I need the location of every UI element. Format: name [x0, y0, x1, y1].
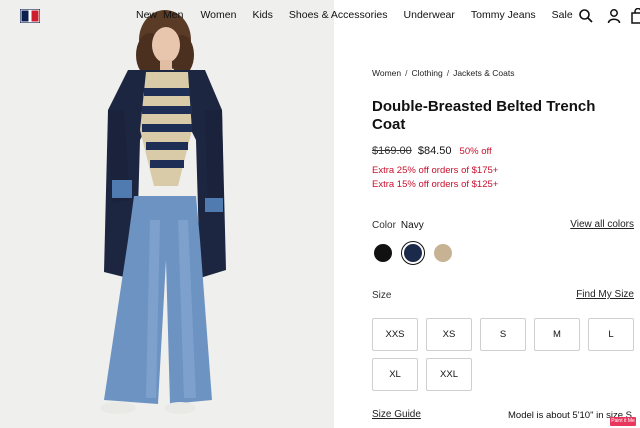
- nav-sale[interactable]: Sale: [552, 9, 573, 21]
- sale-price: $84.50: [417, 145, 452, 157]
- product-image[interactable]: [0, 0, 334, 428]
- nav-men[interactable]: Men: [163, 9, 183, 21]
- size-xxl[interactable]: XXL: [426, 358, 472, 391]
- promo-125: Extra 15% off orders of $125+: [372, 179, 499, 190]
- price-block: $169.00 $84.50 50% off: [372, 145, 492, 157]
- swatch-black[interactable]: [374, 244, 392, 262]
- account-icon[interactable]: [606, 8, 622, 24]
- nav-shoes-accessories[interactable]: Shoes & Accessories: [289, 9, 388, 21]
- find-my-size-link[interactable]: Find My Size: [576, 289, 634, 300]
- overlay-badge[interactable]: Paint it Me: [610, 417, 636, 426]
- site-header: New Men Women Kids Shoes & Accessories U…: [0, 0, 640, 32]
- size-xs[interactable]: XS: [426, 318, 472, 351]
- size-s[interactable]: S: [480, 318, 526, 351]
- size-xl[interactable]: XL: [372, 358, 418, 391]
- size-l[interactable]: L: [588, 318, 634, 351]
- selected-color: Navy: [400, 220, 424, 231]
- nav-kids[interactable]: Kids: [252, 9, 272, 21]
- nav-underwear[interactable]: Underwear: [404, 9, 455, 21]
- breadcrumb-jackets-coats[interactable]: Jackets & Coats: [453, 68, 514, 78]
- nav-women[interactable]: Women: [200, 9, 236, 21]
- nav-new[interactable]: New: [136, 9, 157, 21]
- size-guide-link[interactable]: Size Guide: [372, 409, 421, 420]
- size-label: Size: [372, 290, 392, 301]
- breadcrumb-women[interactable]: Women: [372, 68, 401, 78]
- main-nav: New Men Women Kids Shoes & Accessories U…: [136, 9, 573, 21]
- promo-175: Extra 25% off orders of $175+: [372, 165, 499, 176]
- breadcrumb-clothing[interactable]: Clothing: [412, 68, 443, 78]
- breadcrumb: Women / Clothing / Jackets & Coats: [372, 68, 515, 78]
- discount-badge: 50% off: [459, 146, 492, 157]
- color-label-text: Color: [372, 220, 396, 231]
- model-photo: [100, 10, 226, 414]
- brand-logo-icon[interactable]: [20, 9, 40, 23]
- product-title: Double-Breasted Belted Trench Coat: [372, 98, 596, 133]
- original-price: $169.00: [372, 145, 412, 157]
- nav-tommy-jeans[interactable]: Tommy Jeans: [471, 9, 536, 21]
- size-m[interactable]: M: [534, 318, 580, 351]
- view-all-colors-link[interactable]: View all colors: [570, 219, 634, 230]
- search-icon[interactable]: [578, 8, 594, 24]
- size-xxs[interactable]: XXS: [372, 318, 418, 351]
- color-label: Color Navy: [372, 220, 424, 231]
- bag-icon[interactable]: [630, 8, 640, 24]
- swatch-khaki[interactable]: [434, 244, 452, 262]
- swatch-navy[interactable]: [401, 241, 425, 265]
